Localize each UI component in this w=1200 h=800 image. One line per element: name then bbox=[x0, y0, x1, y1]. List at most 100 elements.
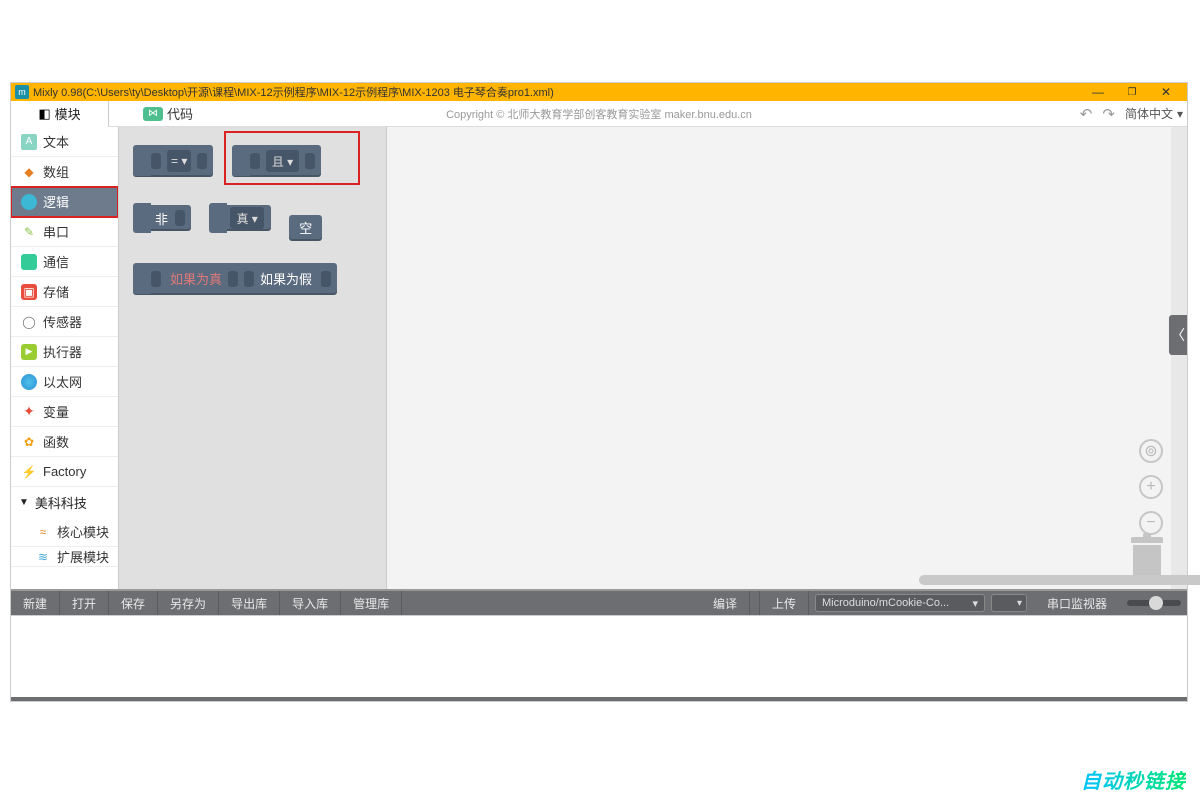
chevron-down-icon: ▾ bbox=[1177, 107, 1183, 121]
minimize-button[interactable]: — bbox=[1081, 85, 1115, 99]
sidebar-subitem-core[interactable]: ≈ 核心模块 bbox=[11, 517, 118, 547]
tab-code-label: 代码 bbox=[167, 104, 193, 123]
sidebar-item-label: 核心模块 bbox=[57, 522, 109, 541]
compile-button[interactable]: 编译 bbox=[701, 591, 750, 615]
minus-icon: − bbox=[1146, 514, 1155, 532]
true-dropdown[interactable]: 真 ▾ bbox=[230, 207, 263, 229]
variable-icon: ✦ bbox=[21, 404, 37, 420]
port-select[interactable]: ▾ bbox=[991, 594, 1027, 612]
block-compare[interactable]: = ▾ bbox=[133, 145, 213, 177]
workspace[interactable]: 〈 ⊚ + − bbox=[387, 127, 1187, 589]
watermark-text: 自动秒链接 bbox=[1081, 765, 1186, 794]
sidebar-subitem-ext[interactable]: ≋ 扩展模块 bbox=[11, 547, 118, 567]
sidebar-item-label: Factory bbox=[43, 464, 86, 479]
sidebar-item-label: 函数 bbox=[43, 432, 69, 451]
slider-knob[interactable] bbox=[1149, 596, 1163, 610]
sidebar-group-meike[interactable]: ▼ 美科科技 bbox=[11, 487, 118, 517]
tab-code[interactable]: ⋈ 代码 bbox=[143, 104, 193, 123]
block-logic-not[interactable]: 非 bbox=[133, 205, 191, 231]
language-select[interactable]: 简体中文 ▾ bbox=[1125, 105, 1183, 122]
saveas-button[interactable]: 另存为 bbox=[158, 591, 219, 615]
scrollbar-horizontal[interactable] bbox=[919, 575, 1163, 585]
center-workspace-button[interactable]: ⊚ bbox=[1139, 439, 1163, 463]
block-logic-null[interactable]: 空 bbox=[289, 215, 322, 241]
close-button[interactable]: ✕ bbox=[1149, 85, 1183, 99]
sidebar-item-function[interactable]: ✿ 函数 bbox=[11, 427, 118, 457]
tab-blocks[interactable]: ◧ 模块 bbox=[11, 101, 109, 127]
export-lib-button[interactable]: 导出库 bbox=[219, 591, 280, 615]
sidebar-item-text[interactable]: A 文本 bbox=[11, 127, 118, 157]
sidebar-item-array[interactable]: ◆ 数组 bbox=[11, 157, 118, 187]
sidebar-item-actuator[interactable]: ▶ 执行器 bbox=[11, 337, 118, 367]
sidebar-item-logic[interactable]: 逻辑 bbox=[11, 187, 118, 217]
storage-icon: ▣ bbox=[21, 284, 37, 300]
sidebar-item-variable[interactable]: ✦ 变量 bbox=[11, 397, 118, 427]
new-button[interactable]: 新建 bbox=[11, 591, 60, 615]
chevron-down-icon: ▾ bbox=[972, 597, 978, 610]
undo-button[interactable]: ↶ bbox=[1080, 105, 1093, 123]
copyright-text: Copyright © 北师大教育学部创客教育实验室 maker.bnu.edu… bbox=[446, 106, 752, 122]
chevron-left-icon: 〈 bbox=[1171, 325, 1185, 345]
text-icon: A bbox=[21, 134, 37, 150]
ext-icon: ≋ bbox=[35, 549, 51, 565]
app-icon: m bbox=[15, 85, 29, 99]
category-sidebar: A 文本 ◆ 数组 逻辑 ✎ 串口 通信 ▣ 存储 ◯ 传感器 ▶ 执行器 bbox=[11, 127, 119, 589]
sidebar-item-serial[interactable]: ✎ 串口 bbox=[11, 217, 118, 247]
console-output bbox=[11, 615, 1187, 701]
serial-monitor-button[interactable]: 串口监视器 bbox=[1035, 591, 1119, 615]
null-label: 空 bbox=[299, 218, 312, 237]
redo-button[interactable]: ↷ bbox=[1102, 105, 1115, 123]
save-button[interactable]: 保存 bbox=[109, 591, 158, 615]
import-lib-button[interactable]: 导入库 bbox=[280, 591, 341, 615]
code-icon: ⋈ bbox=[143, 107, 163, 121]
sidebar-item-label: 通信 bbox=[43, 252, 69, 271]
block-logic-and[interactable]: 且 ▾ bbox=[232, 145, 321, 177]
board-select[interactable]: Microduino/mCookie-Co... ▾ bbox=[815, 594, 985, 612]
sidebar-item-label: 串口 bbox=[43, 222, 69, 241]
serial-icon: ✎ bbox=[21, 224, 37, 240]
compare-op-dropdown[interactable]: = ▾ bbox=[167, 150, 191, 172]
sidebar-item-ethernet[interactable]: 以太网 bbox=[11, 367, 118, 397]
bottom-toolbar: 新建 打开 保存 另存为 导出库 导入库 管理库 编译 上传 Microduin… bbox=[11, 591, 1187, 615]
sidebar-item-comm[interactable]: 通信 bbox=[11, 247, 118, 277]
sidebar-item-label: 数组 bbox=[43, 162, 69, 181]
sidebar-item-label: 扩展模块 bbox=[57, 547, 109, 566]
zoom-out-button[interactable]: − bbox=[1139, 511, 1163, 535]
scrollbar-thumb[interactable] bbox=[919, 575, 1200, 585]
language-selected-label: 简体中文 bbox=[1125, 105, 1173, 122]
plus-icon: + bbox=[1146, 478, 1155, 496]
target-icon: ⊚ bbox=[1144, 441, 1157, 461]
upload-button[interactable]: 上传 bbox=[760, 591, 809, 615]
actuator-icon: ▶ bbox=[21, 344, 37, 360]
zoom-in-button[interactable]: + bbox=[1139, 475, 1163, 499]
and-op-dropdown[interactable]: 且 ▾ bbox=[266, 150, 299, 172]
function-icon: ✿ bbox=[21, 434, 37, 450]
scrollbar-vertical[interactable] bbox=[1171, 127, 1187, 589]
expand-panel-button[interactable]: 〈 bbox=[1169, 315, 1187, 355]
iffalse-label: 如果为假 bbox=[254, 269, 318, 288]
tab-blocks-label: 模块 bbox=[55, 104, 81, 123]
sidebar-item-label: 执行器 bbox=[43, 342, 82, 361]
window-title: Mixly 0.98(C:\Users\ty\Desktop\开源\课程\MIX… bbox=[33, 84, 1081, 100]
not-label: 非 bbox=[151, 209, 172, 228]
iftrue-label: 如果为真 bbox=[164, 269, 228, 288]
sidebar-item-factory[interactable]: ⚡ Factory bbox=[11, 457, 118, 487]
core-icon: ≈ bbox=[35, 524, 51, 540]
block-logic-true[interactable]: 真 ▾ bbox=[209, 205, 270, 231]
window-title-bar: m Mixly 0.98(C:\Users\ty\Desktop\开源\课程\M… bbox=[11, 83, 1187, 101]
maximize-button[interactable]: ❐ bbox=[1115, 87, 1149, 98]
sidebar-item-storage[interactable]: ▣ 存储 bbox=[11, 277, 118, 307]
sidebar-item-label: 以太网 bbox=[43, 372, 82, 391]
footer-bar bbox=[11, 697, 1187, 701]
triangle-down-icon: ▼ bbox=[19, 497, 29, 508]
comm-icon bbox=[21, 254, 37, 270]
block-logic-ternary[interactable]: 如果为真 如果为假 bbox=[133, 263, 337, 295]
sidebar-item-sensor[interactable]: ◯ 传感器 bbox=[11, 307, 118, 337]
factory-icon: ⚡ bbox=[21, 464, 37, 480]
zoom-slider[interactable] bbox=[1127, 600, 1181, 606]
chevron-down-icon: ▾ bbox=[1017, 598, 1022, 609]
open-button[interactable]: 打开 bbox=[60, 591, 109, 615]
sidebar-item-label: 传感器 bbox=[43, 312, 82, 331]
manage-lib-button[interactable]: 管理库 bbox=[341, 591, 402, 615]
block-flyout: = ▾ 且 ▾ 非 真 ▾ 空 如果为真 bbox=[119, 127, 387, 589]
